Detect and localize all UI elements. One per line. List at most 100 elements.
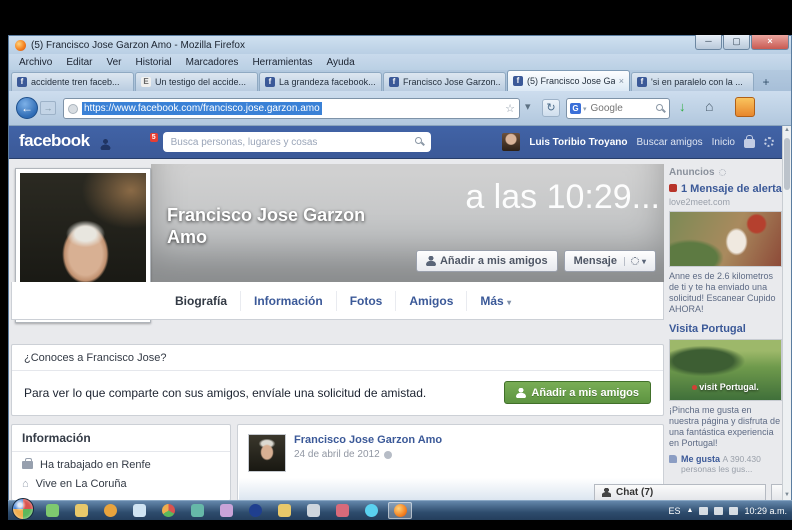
taskbar-folder-icon[interactable] [69, 502, 93, 519]
engine-caret-icon[interactable]: ▾ [583, 105, 587, 113]
close-button[interactable]: × [751, 35, 789, 50]
tab-informacion[interactable]: Información [241, 291, 337, 311]
ads-options-icon[interactable] [719, 169, 726, 176]
start-button[interactable] [12, 498, 34, 520]
url-dropdown-caret-icon[interactable]: ▾ [525, 100, 531, 113]
settings-gear-icon[interactable] [764, 137, 774, 147]
tab-label: Un testigo del accide... [155, 77, 252, 87]
home-link[interactable]: Inicio [712, 137, 735, 148]
add-friend-green-button[interactable]: Añadir a mis amigos [504, 381, 651, 404]
tab-mas[interactable]: Más ▾ [467, 291, 524, 311]
back-button[interactable]: ← [16, 97, 38, 119]
url-bar[interactable]: https://www.facebook.com/francisco.jose.… [63, 98, 520, 119]
menu-ayuda[interactable]: Ayuda [326, 57, 354, 68]
tab-amigos[interactable]: Amigos [396, 291, 467, 311]
maximize-button[interactable]: ▢ [723, 35, 750, 50]
search-magnifier-icon [415, 137, 425, 147]
facebook-search-input[interactable] [169, 136, 415, 149]
tab-fotos[interactable]: Fotos [337, 291, 397, 311]
forward-button[interactable]: → [40, 101, 56, 115]
browser-tab-3[interactable]: f La grandeza facebook... [259, 72, 382, 91]
ad1-domain[interactable]: love2meet.com [669, 197, 784, 207]
battery-icon[interactable] [699, 507, 708, 515]
menu-historial[interactable]: Historial [136, 57, 172, 68]
ads-header: Anuncios [669, 167, 784, 178]
notification-badge: 5 [150, 133, 158, 142]
taskbar-app-icon-6[interactable] [243, 502, 267, 519]
page-scrollbar[interactable]: ▲ ▼ [782, 126, 791, 500]
facebook-logo[interactable]: facebook [19, 131, 90, 151]
facebook-search-box[interactable] [163, 132, 431, 152]
browser-tab-1[interactable]: f accidente tren faceb... [11, 72, 134, 91]
privacy-shortcuts-icon[interactable] [744, 139, 755, 148]
scroll-down-arrow-icon[interactable]: ▼ [783, 491, 791, 500]
taskbar-pinned-icons [40, 502, 412, 519]
friend-requests-icon[interactable] [100, 137, 113, 148]
tab-label: La grandeza facebook... [279, 77, 376, 87]
web-search-box[interactable]: G ▾ [566, 98, 670, 119]
action-center-flag-icon[interactable] [729, 507, 738, 515]
home-icon[interactable]: ⌂ [705, 98, 713, 114]
downloads-icon[interactable]: ↓ [679, 99, 686, 114]
ad2-title[interactable]: Visita Portugal [669, 323, 784, 335]
post-date[interactable]: 24 de abril de 2012 [294, 449, 380, 460]
browser-tab-6[interactable]: f 'si en paralelo con la ... [631, 72, 754, 91]
language-indicator[interactable]: ES [669, 506, 681, 516]
url-selected-text[interactable]: https://www.facebook.com/francisco.jose.… [82, 102, 322, 115]
bookmark-star-icon[interactable]: ☆ [505, 102, 515, 115]
reload-button[interactable]: ↻ [542, 99, 560, 117]
post-author-link[interactable]: Francisco Jose Garzon Amo [294, 434, 442, 446]
scroll-up-arrow-icon[interactable]: ▲ [783, 126, 791, 135]
menu-herramientas[interactable]: Herramientas [252, 57, 312, 68]
chat-bar[interactable]: Chat (7) [594, 484, 766, 500]
user-name-link[interactable]: Luis Toribio Troyano [529, 137, 627, 148]
like-thumb-icon [669, 455, 677, 463]
tab-close-icon[interactable]: × [619, 76, 624, 86]
find-friends-link[interactable]: Buscar amigos [637, 137, 703, 148]
taskbar-app-icon-1[interactable] [40, 502, 64, 519]
add-friend-button[interactable]: Añadir a mis amigos [416, 250, 558, 272]
info-item-work[interactable]: Ha trabajado en Renfe [12, 452, 230, 471]
post-author-avatar[interactable] [248, 434, 286, 472]
browser-tab-2[interactable]: E Un testigo del accide... [135, 72, 258, 91]
window-titlebar[interactable]: (5) Francisco Jose Garzon Amo - Mozilla … [9, 36, 791, 54]
search-magnifier-icon[interactable] [656, 104, 666, 114]
new-tab-button[interactable]: + [757, 74, 775, 91]
tab-biografia[interactable]: Biografía [162, 291, 241, 311]
taskbar-app-icon-8[interactable] [330, 502, 354, 519]
taskbar-app-icon-7[interactable] [301, 502, 325, 519]
menu-editar[interactable]: Editar [66, 57, 92, 68]
message-options-segment[interactable]: ▾ [624, 257, 646, 266]
firefox-taskbar-icon[interactable] [388, 502, 412, 519]
ad1-image[interactable] [669, 211, 782, 267]
taskbar-app-icon-3[interactable] [127, 502, 151, 519]
notifications-globe-icon[interactable]: 5 [140, 137, 153, 148]
menu-ver[interactable]: Ver [106, 57, 121, 68]
messages-icon[interactable] [120, 137, 133, 148]
browser-tab-4[interactable]: f Francisco Jose Garzon... [383, 72, 506, 91]
menu-marcadores[interactable]: Marcadores [186, 57, 239, 68]
taskbar-app-icon-2[interactable] [98, 502, 122, 519]
addon-toolbar-icon[interactable] [735, 97, 755, 117]
cover-photo[interactable]: a las 10:29... Francisco Jose Garzon Amo… [151, 164, 664, 282]
taskbar-app-icon-5[interactable] [214, 502, 238, 519]
menu-archivo[interactable]: Archivo [19, 57, 52, 68]
network-icon[interactable] [714, 507, 723, 515]
skype-icon[interactable] [359, 502, 383, 519]
taskbar-clock[interactable]: 10:29 a.m. [744, 506, 787, 516]
ad1-title[interactable]: 1 Mensaje de alerta [669, 183, 784, 195]
taskbar-app-icon-4[interactable] [185, 502, 209, 519]
minimize-button[interactable]: ─ [695, 35, 722, 50]
message-button[interactable]: Mensaje ▾ [564, 250, 656, 272]
taskbar-folder-icon-2[interactable] [272, 502, 296, 519]
tray-expand-icon[interactable]: ▲ [687, 507, 694, 514]
user-avatar[interactable] [502, 133, 520, 151]
ad2-image[interactable]: visit Portugal. [669, 339, 782, 401]
info-item-city[interactable]: ⌂ Vive en La Coruña [12, 471, 230, 490]
like-link[interactable]: Me gusta [681, 454, 720, 464]
web-search-input[interactable] [589, 102, 645, 115]
browser-tab-active[interactable]: f (5) Francisco Jose Gar... × [507, 70, 630, 91]
taskbar-browser-icon[interactable] [156, 502, 180, 519]
scrollbar-thumb[interactable] [784, 138, 790, 190]
search-engine-icon[interactable]: G [570, 103, 581, 114]
